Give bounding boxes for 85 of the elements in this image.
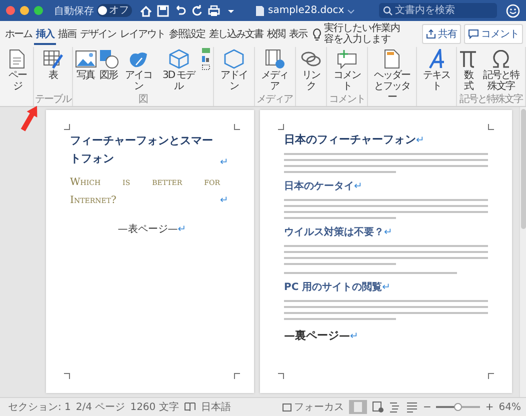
paragraph-mark: ↵ bbox=[384, 227, 392, 238]
ribbon-button[interactable]: 表 bbox=[42, 47, 64, 94]
page-label: —裏ページ— bbox=[284, 328, 350, 343]
ribbon-button[interactable]: リンク bbox=[296, 47, 326, 94]
document-subtitle: Which is better for Internet? bbox=[70, 176, 220, 208]
paragraph-mark: ↵ bbox=[220, 157, 228, 168]
paragraph-mark: ↵ bbox=[382, 282, 391, 293]
ribbon-tab[interactable]: 参照設定 bbox=[167, 24, 207, 44]
language-indicator[interactable]: 日本語 bbox=[200, 400, 231, 414]
ribbon-button[interactable]: 3D モデル bbox=[157, 47, 200, 94]
paragraph-mark: ↵ bbox=[350, 331, 358, 342]
ribbon-tab[interactable]: 挿入 bbox=[34, 24, 56, 44]
print-icon[interactable] bbox=[207, 4, 221, 18]
document-icon bbox=[255, 4, 265, 16]
focus-button[interactable]: フォーカス bbox=[282, 400, 344, 414]
lightbulb-icon bbox=[312, 28, 322, 40]
ribbon-button[interactable]: 図形 bbox=[98, 47, 120, 94]
group-label: 図 bbox=[138, 94, 148, 105]
ribbon-button[interactable]: テキスト bbox=[418, 47, 456, 94]
zoom-in-button[interactable]: + bbox=[485, 402, 494, 412]
cube-icon bbox=[168, 49, 189, 69]
chevron-icon bbox=[347, 6, 356, 14]
paragraph-mark: ↵ bbox=[220, 195, 228, 206]
comment-button[interactable]: コメント bbox=[464, 24, 523, 44]
zoom-out-button[interactable]: − bbox=[422, 402, 432, 412]
section-indicator: セクション: 1 bbox=[8, 401, 71, 414]
ribbon-tab[interactable]: 差し込み文書 bbox=[207, 24, 265, 44]
ribbon-tab[interactable]: デザイン bbox=[78, 24, 118, 44]
link-icon bbox=[300, 51, 321, 67]
photo-icon bbox=[74, 50, 97, 68]
ribbon-button[interactable]: 写真 bbox=[74, 47, 98, 94]
omega-icon bbox=[492, 50, 510, 68]
ribbon-tab[interactable]: ホーム bbox=[3, 24, 34, 44]
hexagon-icon bbox=[224, 49, 244, 69]
paragraph-mark: ↵ bbox=[178, 224, 186, 235]
ribbon-tab[interactable]: レイアウト bbox=[118, 24, 167, 44]
section-heading: 日本のケータイ bbox=[284, 180, 354, 193]
window-title: sample28.docx bbox=[268, 5, 344, 16]
ribbon-button[interactable]: 数式 bbox=[458, 47, 478, 94]
draft-icon[interactable] bbox=[406, 401, 418, 413]
page-indicator: 2/4 ページ bbox=[76, 401, 126, 414]
scrollbar-thumb[interactable] bbox=[520, 109, 526, 229]
share-icon bbox=[426, 29, 436, 39]
paragraph-mark: ↵ bbox=[416, 135, 424, 146]
document-title: フィーチャーフォンとスマートフォン bbox=[70, 133, 214, 167]
group-label: 記号と特殊文字 bbox=[460, 94, 523, 105]
page-label: —表ページ— bbox=[118, 222, 178, 236]
autosave-label: 自動保存 bbox=[54, 4, 94, 18]
share-button[interactable]: 共有 bbox=[422, 24, 461, 44]
search-field[interactable]: 文書内を検索 bbox=[379, 3, 497, 18]
focus-icon bbox=[282, 402, 292, 412]
web-layout-icon[interactable] bbox=[372, 401, 384, 413]
ribbon-button[interactable]: コメント bbox=[328, 47, 366, 94]
section-heading: ウイルス対策は不要？ bbox=[284, 225, 384, 239]
save-icon[interactable] bbox=[156, 4, 170, 18]
ribbon-button[interactable]: ページ bbox=[3, 47, 32, 94]
smiley-icon[interactable] bbox=[506, 4, 520, 18]
search-icon bbox=[383, 6, 393, 16]
section-heading: PC 用のサイトの閲覧 bbox=[284, 280, 382, 294]
ribbon-button[interactable]: メディア bbox=[256, 47, 294, 94]
home-icon[interactable] bbox=[139, 4, 153, 18]
ribbon-tab[interactable]: 描画 bbox=[56, 24, 78, 44]
group-label: メディア bbox=[256, 94, 293, 105]
outline-icon[interactable] bbox=[388, 401, 401, 413]
section-heading: 日本のフィーチャーフォン bbox=[284, 132, 416, 147]
tell-me-field[interactable]: 実行したい作業内容を入力します bbox=[324, 23, 404, 45]
ribbon-button[interactable]: アドイン bbox=[215, 47, 253, 94]
ribbon-button[interactable]: ヘッダーとフッター bbox=[369, 47, 415, 103]
ribbon-button[interactable]: 記号と特殊文字 bbox=[478, 47, 524, 94]
redo-icon[interactable] bbox=[190, 4, 204, 18]
ribbon-tab[interactable]: 表示 bbox=[287, 24, 309, 44]
book-icon[interactable] bbox=[184, 402, 196, 412]
zoom-percent: 64% bbox=[498, 402, 521, 412]
ribbon-tab[interactable]: 校閲 bbox=[265, 24, 287, 44]
slider-thumb[interactable] bbox=[454, 403, 462, 411]
group-label: コメント bbox=[329, 94, 366, 105]
comment-icon bbox=[468, 29, 479, 39]
ribbon-button[interactable]: アイコン bbox=[119, 47, 158, 94]
pi-icon bbox=[459, 50, 478, 68]
paragraph-mark: ↵ bbox=[354, 181, 362, 192]
chart-icon bbox=[201, 48, 212, 70]
autosave-toggle[interactable]: オフ bbox=[97, 4, 132, 17]
word-count: 1260 文字 bbox=[130, 400, 179, 414]
text-icon bbox=[428, 49, 445, 69]
group-label: テーブル bbox=[34, 94, 71, 105]
